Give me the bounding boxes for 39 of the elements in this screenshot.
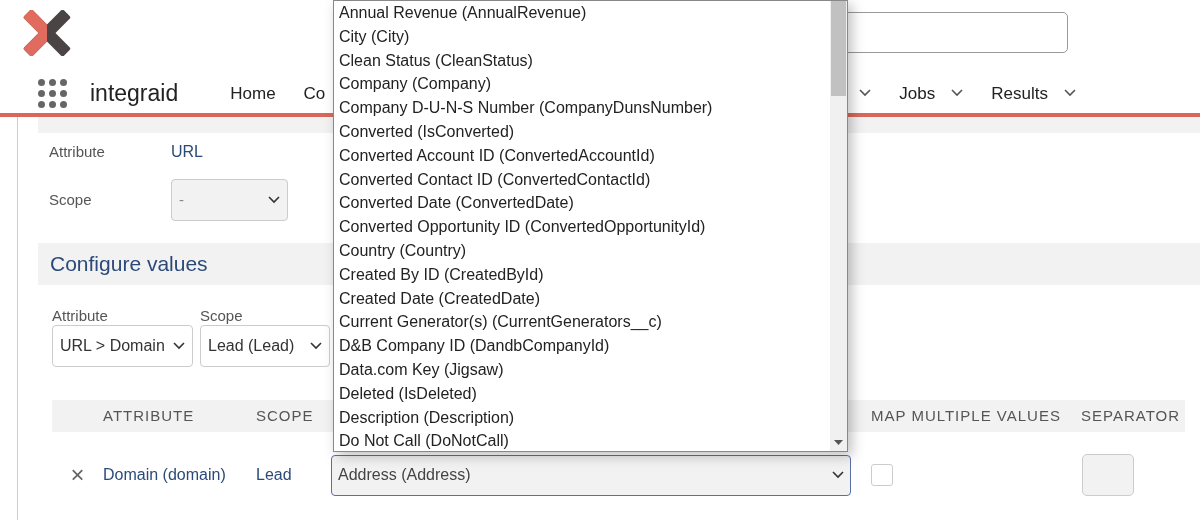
field-select[interactable]: Address (Address) <box>331 454 851 496</box>
scope-link[interactable]: Lead <box>256 463 331 487</box>
dropdown-option[interactable]: Deleted (IsDeleted) <box>334 381 830 406</box>
dropdown-option[interactable]: Clean Status (CleanStatus) <box>334 48 830 73</box>
remove-button[interactable]: × <box>52 457 103 493</box>
dropdown-option[interactable]: Created Date (CreatedDate) <box>334 286 830 311</box>
dropdown-option[interactable]: Country (Country) <box>334 238 830 263</box>
dropdown-option[interactable]: Converted Contact ID (ConvertedContactId) <box>334 167 830 192</box>
field-label: Attribute <box>49 141 106 162</box>
dropdown-option[interactable]: Converted Account ID (ConvertedAccountId) <box>334 143 830 168</box>
column-header: SEPARATOR <box>1081 405 1181 426</box>
dropdown-option[interactable]: Annual Revenue (AnnualRevenue) <box>334 1 830 25</box>
nav-menu[interactable]: Results <box>991 80 1076 106</box>
attribute-select[interactable]: URL > Domain <box>52 325 193 367</box>
dropdown-option[interactable]: Company D-U-N-S Number (CompanyDunsNumber) <box>334 96 830 120</box>
attribute-value: URL <box>171 142 203 162</box>
nav-menu[interactable]: Jobs <box>899 80 964 106</box>
dropdown-option[interactable]: Data.com Key (Jigsaw) <box>334 357 830 382</box>
scope-select[interactable]: Lead (Lead) <box>200 325 330 367</box>
brand-name: integraid <box>90 79 179 108</box>
column-header: ATTRIBUTE <box>103 405 196 426</box>
dropdown-option[interactable]: City (City) <box>334 24 830 49</box>
dropdown-option[interactable]: Company (Company) <box>334 72 830 97</box>
dropdown-option[interactable]: Created By ID (CreatedById) <box>334 262 830 287</box>
field-label: Attribute <box>52 306 109 325</box>
nav-link[interactable]: Co <box>303 80 326 106</box>
dropdown-option[interactable]: Converted Opportunity ID (ConvertedOpportunityId) <box>334 215 830 239</box>
dropdown-option[interactable]: D&B Company ID (DandbCompanyId) <box>334 334 830 358</box>
nav-link[interactable]: Home <box>230 80 276 106</box>
section-title: Configure values <box>50 251 208 278</box>
field-label: Scope <box>49 189 93 210</box>
dropdown-option[interactable]: Description (Description) <box>334 405 830 430</box>
dropdown-option[interactable]: Current Generator(s) (CurrentGenerators__c) <box>334 310 830 335</box>
dropdown-option[interactable]: Converted Date (ConvertedDate) <box>334 191 830 216</box>
dropdown-option[interactable]: Converted (IsConverted) <box>334 120 830 144</box>
dropdown-option[interactable]: Do Not Call (DoNotCall) <box>334 429 830 451</box>
field-label: Scope <box>200 306 244 325</box>
attribute-link[interactable]: Domain (domain) <box>103 463 256 487</box>
column-header: MAP MULTIPLE VALUES <box>871 405 1062 426</box>
